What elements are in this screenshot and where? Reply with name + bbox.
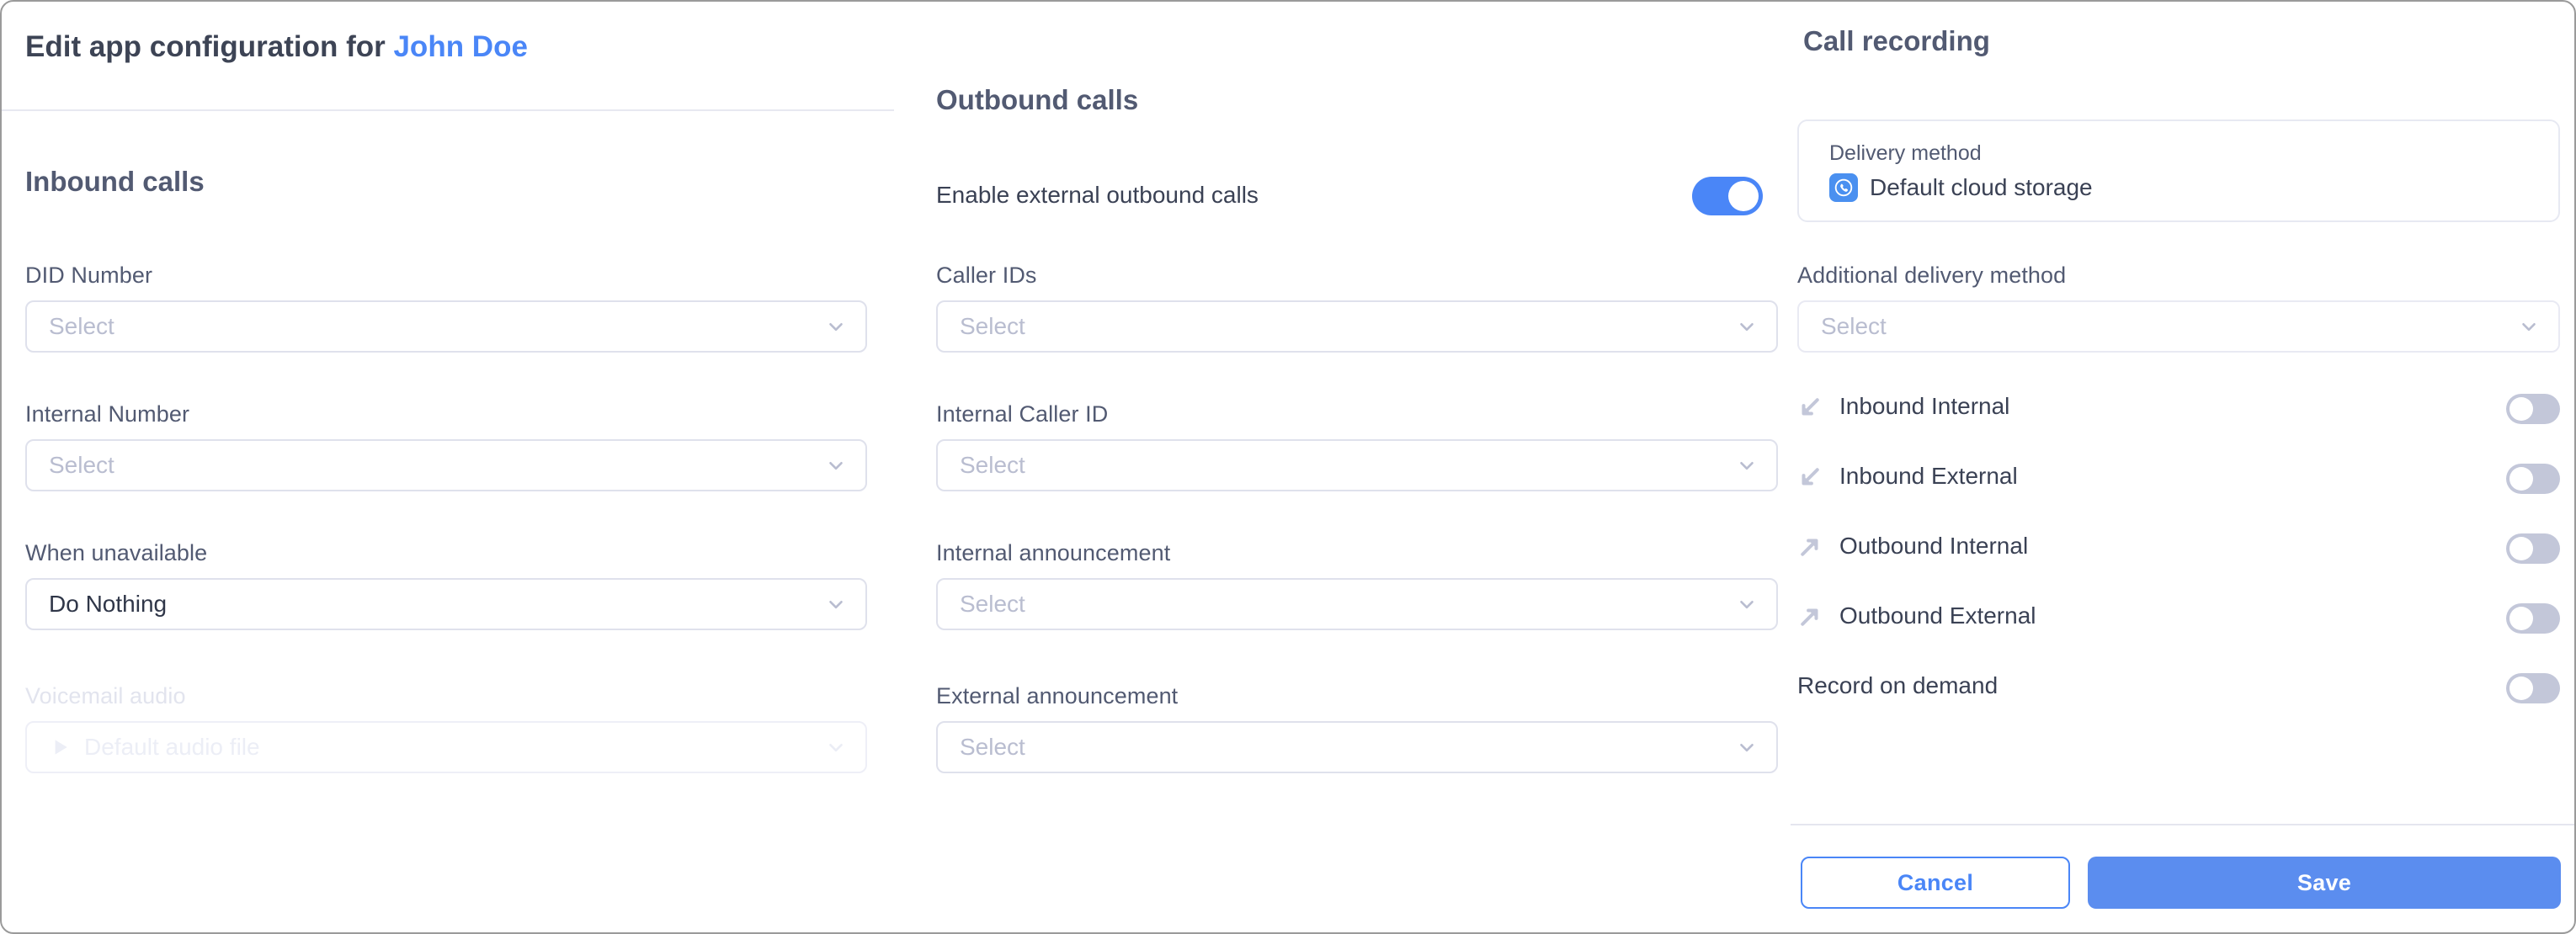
field-label-caller-ids: Caller IDs <box>936 263 1037 288</box>
field-external-announcement: External announcement Select <box>936 683 1778 773</box>
did-number-select-value: Select <box>49 313 114 339</box>
delivery-method-value-row: Default cloud storage <box>1829 173 2093 202</box>
field-label-did-number: DID Number <box>25 263 153 288</box>
did-number-select[interactable]: Select <box>25 300 867 353</box>
play-icon <box>55 740 67 755</box>
toggle-knob <box>2509 677 2533 700</box>
call-inbound-icon <box>1797 464 1823 490</box>
field-internal-caller-id: Internal Caller ID Select <box>936 401 1778 491</box>
internal-caller-id-select[interactable]: Select <box>936 439 1778 491</box>
recording-row-outbound-external: Outbound External <box>1797 601 2560 636</box>
recording-row-record-on-demand: Record on demand <box>1797 671 2560 706</box>
recording-row-label: Inbound External <box>1839 463 2018 489</box>
recording-row-inbound-external: Inbound External <box>1797 461 2560 496</box>
internal-number-select[interactable]: Select <box>25 439 867 491</box>
internal-announcement-select-value: Select <box>960 591 1025 617</box>
recording-row-inbound-internal: Inbound Internal <box>1797 391 2560 427</box>
recording-row-label: Inbound Internal <box>1839 393 2010 419</box>
field-voicemail-audio: Voicemail audio Default audio file <box>25 683 867 773</box>
delivery-method-label: Delivery method <box>1829 141 1982 165</box>
external-announcement-select[interactable]: Select <box>936 721 1778 773</box>
chevron-down-icon <box>1740 600 1754 609</box>
recording-row-label: Outbound Internal <box>1839 533 2029 559</box>
internal-announcement-select[interactable]: Select <box>936 578 1778 630</box>
delivery-method-card: Delivery method Default cloud storage <box>1797 119 2560 222</box>
call-outbound-icon <box>1797 534 1823 560</box>
field-label-internal-caller-id: Internal Caller ID <box>936 401 1109 427</box>
footer-divider <box>1791 824 2574 825</box>
field-label-additional-delivery-method: Additional delivery method <box>1797 263 2067 288</box>
outbound-external-toggle[interactable] <box>2506 603 2560 634</box>
recording-row-outbound-internal: Outbound Internal <box>1797 531 2560 566</box>
field-caller-ids: Caller IDs Select <box>936 263 1778 353</box>
voicemail-audio-select-value: Default audio file <box>84 734 260 760</box>
section-heading-outbound-calls: Outbound calls <box>936 84 1139 115</box>
enable-external-outbound-calls-toggle[interactable] <box>1692 177 1763 215</box>
cancel-button[interactable]: Cancel <box>1801 857 2070 909</box>
field-additional-delivery-method: Additional delivery method Select <box>1797 263 2560 353</box>
field-label-voicemail-audio: Voicemail audio <box>25 683 186 708</box>
toggle-knob <box>2509 537 2533 560</box>
record-on-demand-toggle[interactable] <box>2506 673 2560 703</box>
field-label-external-announcement: External announcement <box>936 683 1179 708</box>
section-heading-call-recording: Call recording <box>1803 25 1990 56</box>
call-outbound-icon <box>1797 604 1823 629</box>
field-did-number: DID Number Select <box>25 263 867 353</box>
field-label-internal-announcement: Internal announcement <box>936 540 1171 565</box>
recording-row-label: Record on demand <box>1797 672 1999 698</box>
internal-number-select-value: Select <box>49 452 114 478</box>
inbound-internal-toggle[interactable] <box>2506 394 2560 424</box>
field-internal-number: Internal Number Select <box>25 401 867 491</box>
page-title: Edit app configuration for John Doe <box>25 30 528 64</box>
caller-ids-select-value: Select <box>960 313 1025 339</box>
additional-delivery-method-select[interactable]: Select <box>1797 300 2560 353</box>
field-label-internal-number: Internal Number <box>25 401 190 427</box>
when-unavailable-select-value: Do Nothing <box>49 591 168 617</box>
header-divider <box>2 109 894 111</box>
call-inbound-icon <box>1797 395 1823 420</box>
caller-ids-select[interactable]: Select <box>936 300 1778 353</box>
outbound-internal-toggle[interactable] <box>2506 533 2560 564</box>
page-title-prefix: Edit app configuration for <box>25 30 394 63</box>
toggle-knob <box>2509 397 2533 421</box>
chevron-down-icon <box>829 743 843 752</box>
external-announcement-select-value: Select <box>960 734 1025 760</box>
field-when-unavailable: When unavailable Do Nothing <box>25 540 867 630</box>
chevron-down-icon <box>2522 322 2536 332</box>
recording-row-label: Outbound External <box>1839 602 2036 629</box>
chevron-down-icon <box>1740 461 1754 470</box>
delivery-method-value: Default cloud storage <box>1870 174 2093 200</box>
when-unavailable-select[interactable]: Do Nothing <box>25 578 867 630</box>
edit-app-configuration-panel: Edit app configuration for John Doe Inbo… <box>0 0 2576 934</box>
field-label-when-unavailable: When unavailable <box>25 540 208 565</box>
internal-caller-id-select-value: Select <box>960 452 1025 478</box>
chevron-down-icon <box>829 600 843 609</box>
section-heading-inbound-calls: Inbound calls <box>25 166 205 197</box>
enable-external-outbound-calls-label: Enable external outbound calls <box>936 182 1259 208</box>
page-title-user-name: John Doe <box>393 30 528 63</box>
chevron-down-icon <box>1740 743 1754 752</box>
field-internal-announcement: Internal announcement Select <box>936 540 1778 630</box>
voicemail-audio-select: Default audio file <box>25 721 867 773</box>
chevron-down-icon <box>829 322 843 332</box>
additional-delivery-method-select-value: Select <box>1821 313 1887 339</box>
inbound-external-toggle[interactable] <box>2506 464 2560 494</box>
toggle-knob <box>2509 467 2533 491</box>
save-button[interactable]: Save <box>2088 857 2561 909</box>
chevron-down-icon <box>1740 322 1754 332</box>
toggle-knob <box>2509 607 2533 630</box>
toggle-knob <box>1728 181 1759 211</box>
chevron-down-icon <box>829 461 843 470</box>
cloud-phone-icon <box>1829 173 1858 202</box>
